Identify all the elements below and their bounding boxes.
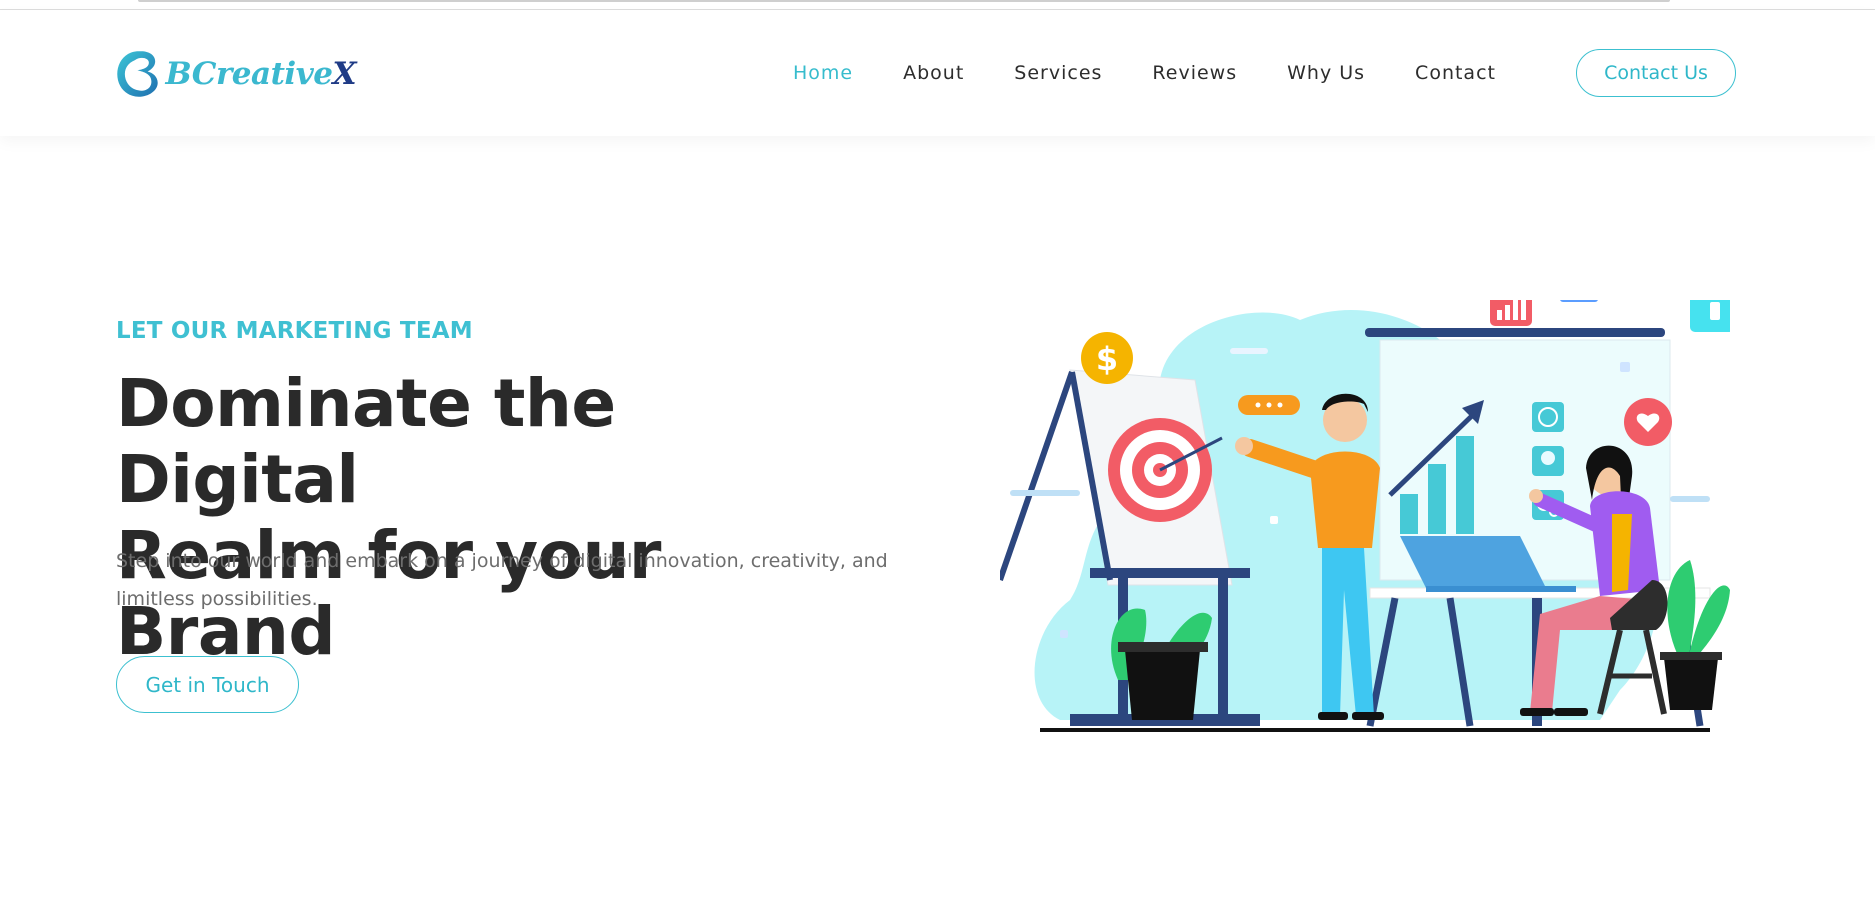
nav-contact[interactable]: Contact [1415, 62, 1496, 84]
hero-title-line1: Dominate the Digital [116, 365, 616, 518]
site-header: BCreativeX Home About Services Reviews W… [0, 10, 1875, 136]
main-nav: Home About Services Reviews Why Us Conta… [768, 62, 1521, 84]
brand-name: BCreativeX [165, 56, 357, 92]
browser-scrollbar-edge [138, 0, 1670, 2]
nav-why-us[interactable]: Why Us [1287, 62, 1365, 84]
logo-b-icon [117, 51, 158, 97]
nav-reviews[interactable]: Reviews [1152, 62, 1237, 84]
nav-about[interactable]: About [903, 62, 964, 84]
brand-name-accent: X [332, 56, 356, 92]
hero-illustration: $ [1000, 300, 1730, 732]
hero-title: Dominate the Digital Realm for your Bran… [116, 366, 876, 670]
hero-eyebrow: LET OUR MARKETING TEAM [116, 318, 473, 344]
nav-home[interactable]: Home [793, 62, 853, 84]
svg-text:$: $ [1096, 340, 1118, 378]
contact-us-button[interactable]: Contact Us [1576, 49, 1736, 97]
hero-description: Step into our world and embark on a jour… [116, 550, 888, 610]
nav-services[interactable]: Services [1014, 62, 1102, 84]
brand-logo[interactable]: BCreativeX [116, 34, 356, 114]
get-in-touch-button[interactable]: Get in Touch [116, 656, 299, 713]
